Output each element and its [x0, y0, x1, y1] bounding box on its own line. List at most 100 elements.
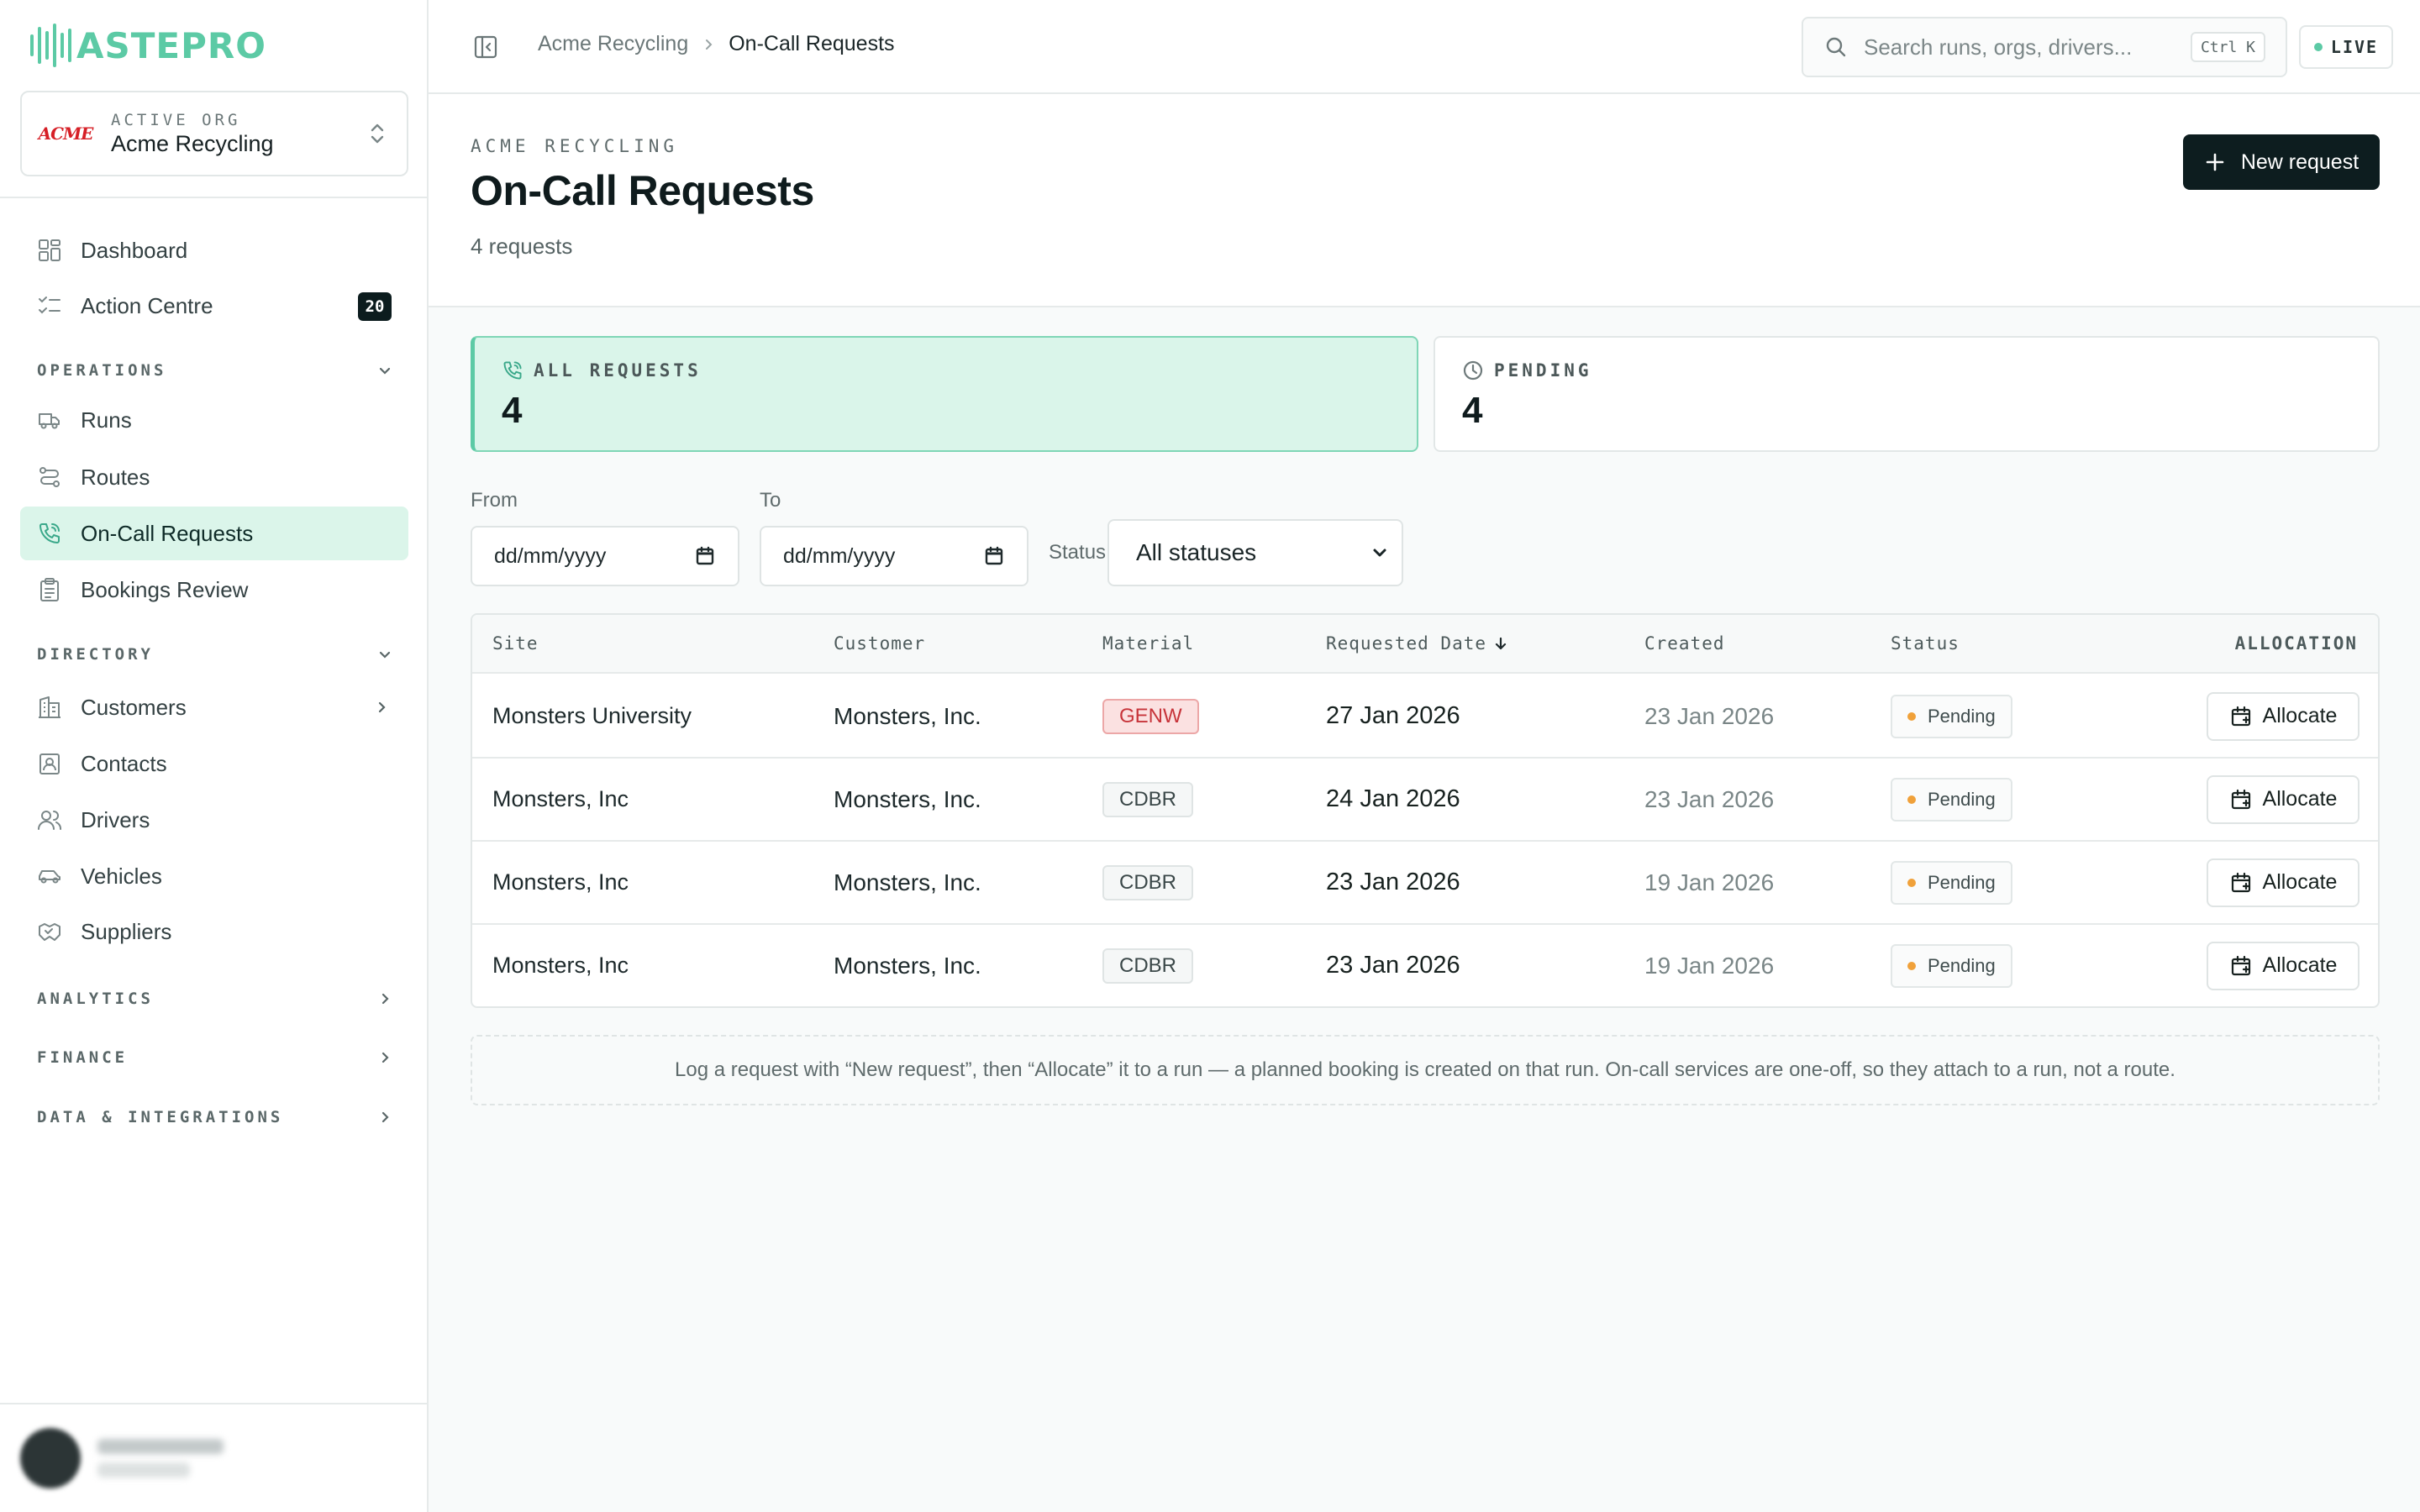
cell-site: Monsters, Inc [492, 786, 629, 811]
status-filter-label: Status [1049, 541, 1107, 564]
table-row[interactable]: Monsters, Inc Monsters, Inc. CDBR 24 Jan 20… [472, 759, 2378, 842]
search-input[interactable]: Search runs, orgs, drivers... Ctrl K [1802, 17, 2287, 77]
nav-dashboard[interactable]: Dashboard [20, 223, 408, 277]
allocate-label: Allocate [2262, 704, 2338, 727]
nav-routes[interactable]: Routes [20, 450, 408, 504]
section-data-integrations[interactable]: DATA & INTEGRATIONS [37, 1105, 393, 1130]
status-badge-label: Pending [1928, 705, 1996, 727]
table-row[interactable]: Monsters, Inc Monsters, Inc. CDBR 23 Jan 20… [472, 842, 2378, 925]
chevron-down-icon [1370, 543, 1390, 563]
allocate-label: Allocate [2262, 787, 2338, 811]
chevron-down-icon [376, 646, 393, 663]
column-created[interactable]: Created [1644, 633, 1725, 654]
contact-card-icon [37, 751, 62, 776]
stat-all-value: 4 [502, 390, 523, 431]
dashboard-icon [37, 238, 62, 263]
cell-requested-date: 24 Jan 2026 [1326, 785, 1460, 812]
nav-vehicles[interactable]: Vehicles [20, 849, 408, 903]
pending-dot-icon [1907, 878, 1916, 887]
user-details-redacted [97, 1439, 224, 1478]
chevron-right-icon [376, 1049, 393, 1066]
to-date-input[interactable]: dd/mm/yyyy [760, 526, 1028, 586]
nav-suppliers[interactable]: Suppliers [20, 905, 408, 958]
column-requested-date[interactable]: Requested Date [1326, 633, 1508, 654]
status-badge: Pending [1891, 943, 2012, 988]
page-title: On-Call Requests [471, 167, 814, 214]
status-badge-label: Pending [1928, 788, 1996, 810]
status-badge: Pending [1891, 860, 2012, 905]
section-directory[interactable]: DIRECTORY [37, 642, 393, 667]
cell-customer: Monsters, Inc. [834, 785, 981, 812]
new-request-button[interactable]: New request [2183, 134, 2380, 190]
nav-on-call-requests[interactable]: On-Call Requests [20, 507, 408, 560]
calendar-icon [983, 545, 1005, 567]
org-label: ACTIVE ORG [111, 110, 241, 129]
nav-bookings-review[interactable]: Bookings Review [20, 563, 408, 617]
plus-icon [2204, 151, 2226, 173]
app-logo[interactable]: ASTEPRO [30, 20, 266, 71]
action-centre-badge: 20 [358, 292, 392, 321]
search-shortcut: Ctrl K [2190, 32, 2265, 62]
allocate-button[interactable]: Allocate [2207, 691, 2360, 741]
column-material[interactable]: Material [1102, 633, 1194, 654]
stat-card-all-requests[interactable]: ALL REQUESTS 4 [471, 336, 1418, 452]
avatar [20, 1428, 81, 1488]
stat-card-pending[interactable]: PENDING 4 [1434, 336, 2380, 452]
cell-customer: Monsters, Inc. [834, 952, 981, 979]
from-date-placeholder: dd/mm/yyyy [494, 543, 607, 568]
section-directory-label: DIRECTORY [37, 645, 154, 664]
org-logo: ACME [38, 123, 94, 144]
building-icon [37, 695, 62, 720]
requests-table: Site Customer Material Requested Date Cr… [471, 613, 2380, 1008]
section-analytics[interactable]: ANALYTICS [37, 986, 393, 1011]
search-placeholder: Search runs, orgs, drivers... [1864, 34, 2133, 60]
table-row[interactable]: Monsters, Inc Monsters, Inc. CDBR 23 Jan 20… [472, 925, 2378, 1006]
chevron-right-icon [376, 1109, 393, 1126]
nav-drivers[interactable]: Drivers [20, 793, 408, 847]
nav-contacts-label: Contacts [81, 750, 167, 776]
user-menu[interactable] [0, 1403, 429, 1512]
cell-requested-date: 23 Jan 2026 [1326, 952, 1460, 979]
status-badge-label: Pending [1928, 871, 1996, 893]
nav-vehicles-label: Vehicles [81, 863, 162, 889]
clipboard-icon [37, 577, 62, 602]
allocate-button[interactable]: Allocate [2207, 858, 2360, 907]
status-badge: Pending [1891, 777, 2012, 822]
stat-all-label: ALL REQUESTS [534, 360, 702, 381]
breadcrumb: Acme Recycling On-Call Requests [538, 32, 895, 56]
nav-action-centre[interactable]: Action Centre 20 [20, 279, 408, 333]
sidebar: ASTEPRO ACME ACTIVE ORG Acme Recycling D… [0, 0, 429, 1512]
nav-customers[interactable]: Customers [20, 680, 408, 734]
from-label: From [471, 489, 518, 512]
sidebar-toggle-icon[interactable] [472, 34, 499, 60]
status-select[interactable]: All statuses [1107, 519, 1403, 586]
nav-on-call-requests-label: On-Call Requests [81, 520, 254, 546]
live-label: LIVE [2330, 37, 2379, 57]
column-status[interactable]: Status [1891, 633, 1960, 654]
logo-waveform-icon [30, 20, 71, 71]
from-date-input[interactable]: dd/mm/yyyy [471, 526, 739, 586]
nav-runs[interactable]: Runs [20, 393, 408, 447]
section-operations[interactable]: OPERATIONS [37, 358, 393, 383]
allocate-button[interactable]: Allocate [2207, 774, 2360, 824]
section-data-integrations-label: DATA & INTEGRATIONS [37, 1108, 284, 1126]
handshake-icon [37, 919, 62, 944]
cell-site: Monsters, Inc [492, 869, 629, 895]
nav-contacts[interactable]: Contacts [20, 737, 408, 790]
pending-dot-icon [1907, 961, 1916, 970]
status-badge-label: Pending [1928, 954, 1996, 976]
table-row[interactable]: Monsters University Monsters, Inc. GENW 27 … [472, 675, 2378, 759]
allocate-label: Allocate [2262, 870, 2338, 894]
material-badge: CDBR [1102, 864, 1194, 900]
cell-created: 19 Jan 2026 [1644, 952, 1775, 979]
org-switcher[interactable]: ACME ACTIVE ORG Acme Recycling [20, 91, 408, 176]
column-site[interactable]: Site [492, 633, 539, 654]
breadcrumb-parent[interactable]: Acme Recycling [538, 32, 688, 56]
calendar-plus-icon [2229, 871, 2253, 895]
column-customer[interactable]: Customer [834, 633, 925, 654]
nav-runs-label: Runs [81, 407, 132, 433]
allocate-button[interactable]: Allocate [2207, 941, 2360, 990]
live-indicator[interactable]: LIVE [2299, 25, 2393, 69]
page-eyebrow: ACME RECYCLING [471, 136, 679, 156]
section-finance[interactable]: FINANCE [37, 1045, 393, 1070]
